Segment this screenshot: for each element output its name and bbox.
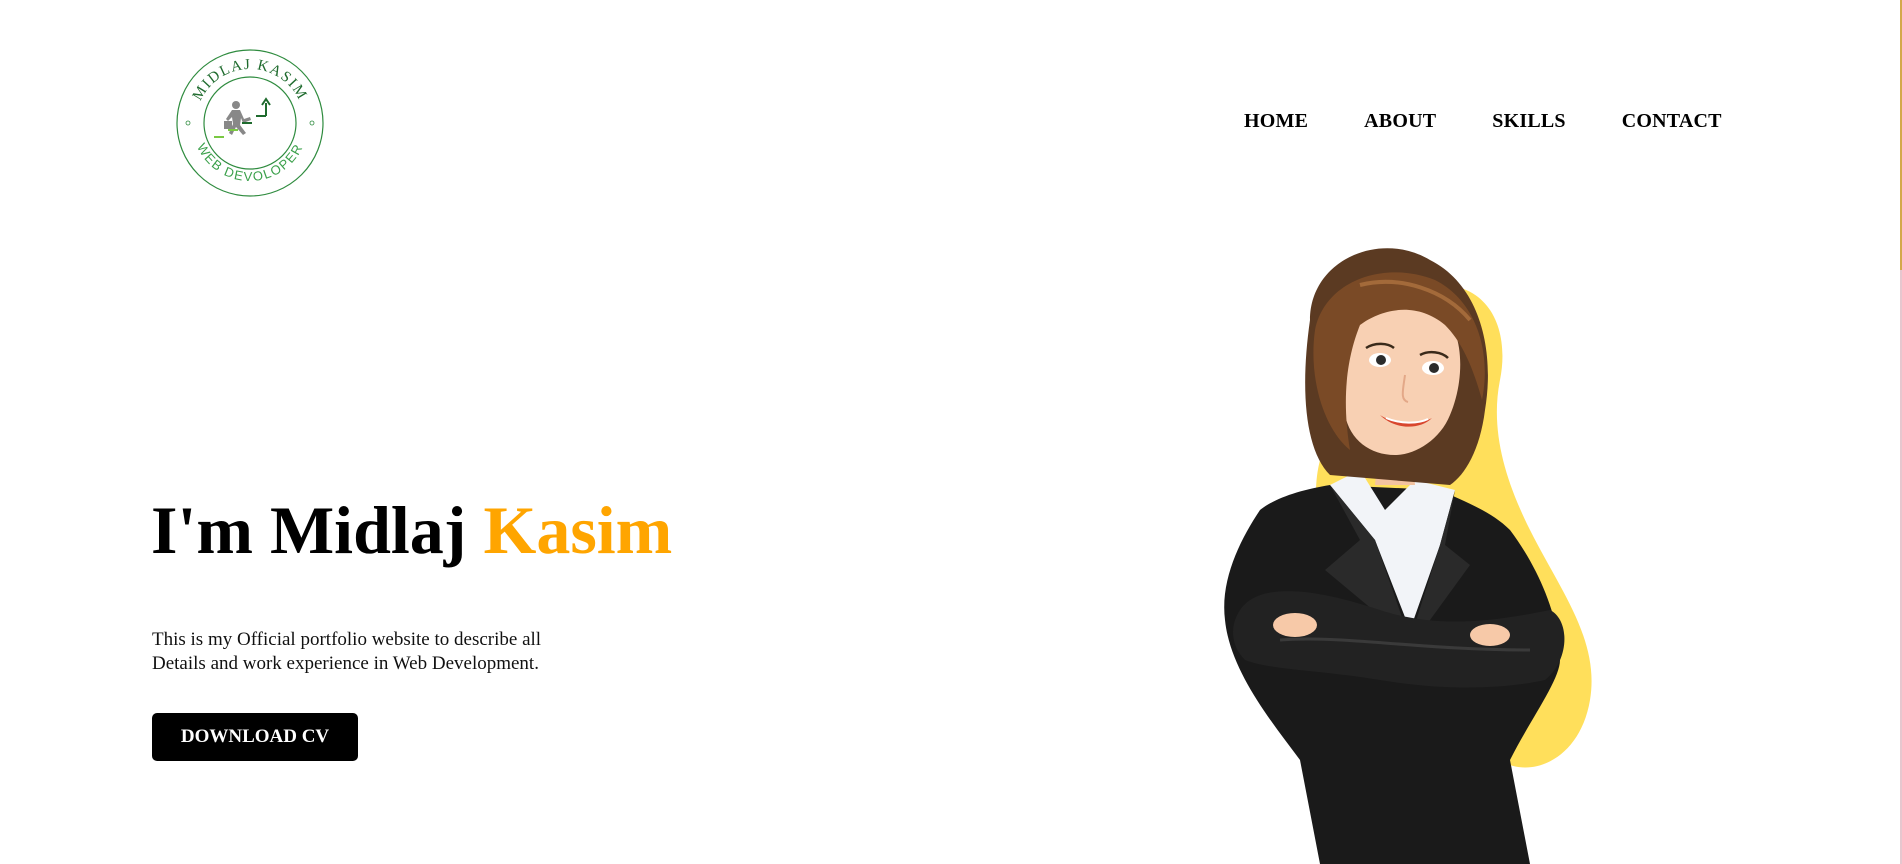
nav-home[interactable]: HOME [1244, 110, 1308, 133]
businesswoman-illustration [1200, 240, 1620, 864]
climbing-stairs-person-icon [214, 97, 271, 138]
nav-skills[interactable]: SKILLS [1492, 110, 1565, 133]
left-hand [1273, 613, 1317, 637]
nav-about[interactable]: ABOUT [1364, 110, 1436, 133]
right-hand [1470, 624, 1510, 646]
hero-description: This is my Official portfolio website to… [152, 629, 542, 674]
site-logo[interactable]: MIDLAJ KASIM WEB DEVOLOPER [174, 47, 326, 199]
businesswoman-figure [1224, 248, 1592, 864]
portfolio-page: MIDLAJ KASIM WEB DEVOLOPER HOME ABOUT SK… [0, 0, 1902, 864]
hero-title-accent: Kasim [483, 492, 673, 568]
download-cv-button[interactable]: DOWNLOAD CV [152, 713, 358, 761]
hero-title-prefix: I'm Midlaj [151, 492, 484, 568]
main-nav: HOME ABOUT SKILLS CONTACT [1244, 110, 1722, 133]
logo-emblem: MIDLAJ KASIM WEB DEVOLOPER [176, 49, 324, 197]
nav-contact[interactable]: CONTACT [1622, 110, 1722, 133]
hero-title: I'm Midlaj Kasim [151, 490, 672, 570]
